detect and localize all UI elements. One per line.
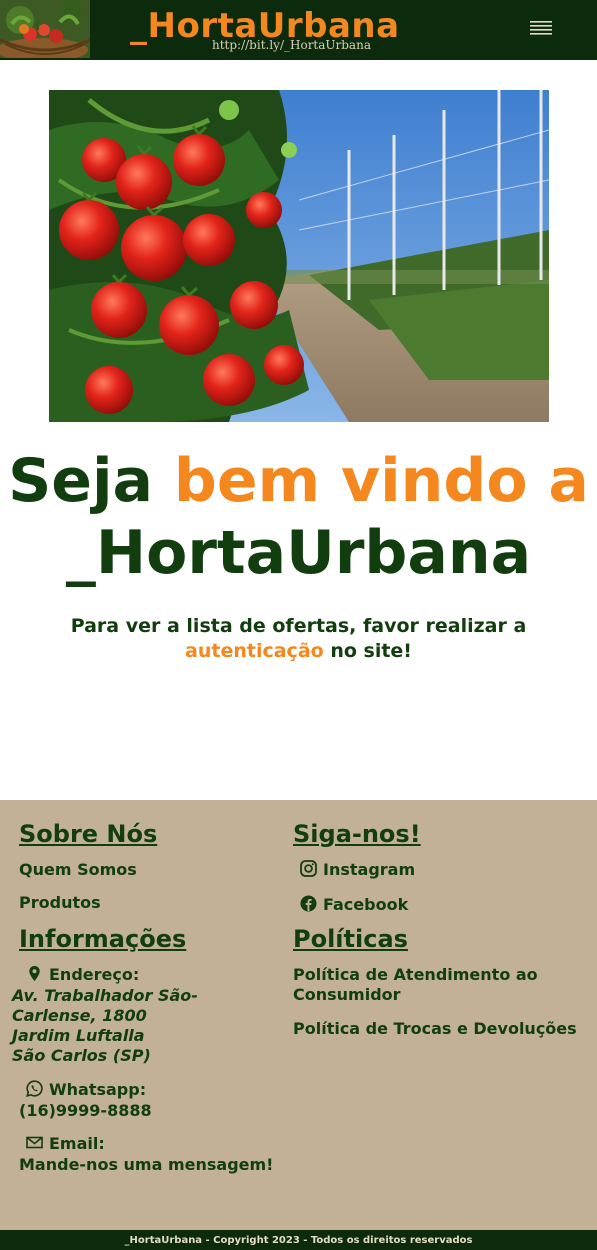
welcome-heading: Seja bem vindo a _HortaUrbana	[0, 445, 597, 589]
footer-link-trocas[interactable]: Política de Trocas e Devoluções	[293, 1019, 583, 1039]
welcome-accent: bem vindo a	[173, 446, 589, 516]
whatsapp-label: Whatsapp:	[49, 1080, 147, 1099]
hamburger-icon[interactable]	[527, 14, 557, 44]
top-navbar: _HortaUrbana http://bit.ly/_HortaUrbana	[0, 0, 597, 60]
facebook-label: Facebook	[323, 895, 409, 914]
mail-icon	[26, 1134, 43, 1155]
brand-link[interactable]: http://bit.ly/_HortaUrbana	[212, 38, 371, 52]
footer-follow-title: Siga-nos!	[293, 820, 421, 848]
logo[interactable]	[0, 0, 90, 58]
location-pin-icon	[26, 965, 43, 986]
footer: Sobre Nós Quem Somos Produtos Siga-nos! …	[0, 800, 597, 1230]
auth-notice: Para ver a lista de ofertas, favor reali…	[10, 614, 587, 664]
footer-info-title: Informações	[19, 925, 187, 953]
address-line-3: São Carlos (SP)	[12, 1046, 151, 1065]
footer-link-facebook[interactable]: Facebook	[293, 895, 583, 916]
footer-policies-title: Políticas	[293, 925, 408, 953]
footer-link-instagram[interactable]: Instagram	[293, 860, 583, 881]
whatsapp-icon	[26, 1080, 43, 1101]
footer-about: Sobre Nós Quem Somos Produtos	[19, 820, 279, 912]
footer-link-atendimento[interactable]: Política de Atendimento ao Consumidor	[293, 965, 583, 1005]
footer-link-produtos[interactable]: Produtos	[19, 893, 279, 912]
hero-image	[49, 90, 549, 422]
footer-policies: Políticas Política de Atendimento ao Con…	[293, 925, 583, 1039]
email-label: Email:	[49, 1134, 105, 1153]
auth-link[interactable]: autenticação	[185, 640, 324, 662]
notice-text: Para ver a lista de ofertas, favor reali…	[70, 615, 527, 637]
address-line-1: Av. Trabalhador São-Carlense, 1800	[12, 986, 198, 1025]
whatsapp-label-row: Whatsapp:	[19, 1080, 279, 1101]
whatsapp-number[interactable]: (16)9999-8888	[19, 1101, 279, 1120]
address-line-2: Jardim Luftalla	[12, 1026, 145, 1045]
address-label: Endereço:	[49, 965, 140, 984]
footer-info: Informações Endereço: Av. Trabalhador Sã…	[12, 925, 279, 1174]
email-label-row: Email:	[19, 1134, 279, 1155]
instagram-icon	[300, 860, 317, 881]
welcome-brand: _HortaUrbana	[65, 518, 532, 588]
footer-about-title: Sobre Nós	[19, 820, 158, 848]
address-label-row: Endereço:	[19, 965, 279, 986]
footer-follow: Siga-nos! Instagram Facebook	[293, 820, 583, 916]
notice-text-end: no site!	[323, 640, 412, 662]
copyright-bar: _HortaUrbana - Copyright 2023 - Todos os…	[0, 1230, 597, 1250]
footer-link-quem-somos[interactable]: Quem Somos	[19, 860, 279, 879]
instagram-label: Instagram	[323, 860, 416, 879]
email-link[interactable]: Mande-nos uma mensagem!	[19, 1155, 279, 1174]
welcome-part1: Seja	[8, 446, 174, 516]
facebook-icon	[300, 895, 317, 916]
